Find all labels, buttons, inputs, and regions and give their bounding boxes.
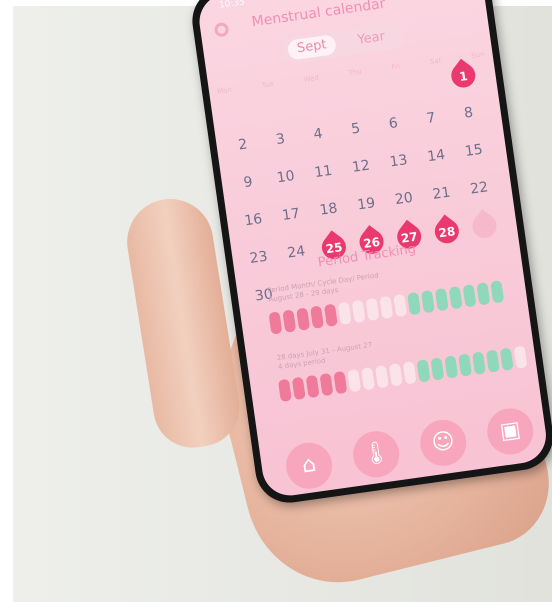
calendar-day[interactable]: 19 bbox=[351, 190, 382, 218]
calendar-day[interactable]: 12 bbox=[345, 153, 376, 181]
cycle-bar bbox=[402, 361, 417, 385]
fertile-bar bbox=[462, 284, 477, 308]
weekday-label: Sun bbox=[470, 50, 486, 61]
calendar-day[interactable]: 18 bbox=[313, 196, 344, 224]
fertile-bar bbox=[434, 288, 449, 312]
cycle-bar bbox=[337, 301, 352, 325]
period-bar bbox=[277, 378, 292, 403]
period-bar bbox=[296, 307, 311, 331]
home-button[interactable]: ⌂ bbox=[283, 439, 336, 492]
calendar-day[interactable]: 22 bbox=[464, 175, 495, 203]
calendar-day[interactable]: 24 bbox=[281, 239, 312, 267]
period-bar bbox=[282, 309, 297, 333]
predicted-period-marker[interactable] bbox=[467, 209, 502, 243]
cycle-bar bbox=[393, 293, 408, 318]
calendar-day[interactable]: 4 bbox=[303, 120, 334, 148]
calendar-day[interactable]: 2 bbox=[227, 131, 258, 159]
cycle-bar bbox=[351, 299, 366, 324]
calendar-day[interactable]: 1 bbox=[450, 63, 477, 90]
weekday-label: Wed bbox=[303, 73, 320, 84]
fertile-bar bbox=[472, 351, 486, 375]
period-bar bbox=[333, 370, 348, 395]
face-icon: ☺ bbox=[430, 428, 457, 457]
calendar-day[interactable]: 10 bbox=[270, 163, 301, 191]
period-bar bbox=[323, 303, 338, 327]
calendar-day[interactable]: 13 bbox=[383, 148, 414, 176]
toggle-year[interactable]: Year bbox=[342, 25, 400, 53]
cycle-bar bbox=[379, 295, 394, 320]
weekday-label: Mon bbox=[216, 85, 233, 96]
cycle-bar bbox=[374, 365, 389, 389]
temperature-button[interactable]: 🌡 bbox=[350, 428, 403, 481]
fertile-bar bbox=[476, 282, 491, 306]
calendar-day[interactable]: 11 bbox=[308, 158, 339, 186]
weekday-header: Mon Tue Wed Thu Fri Sat Sun bbox=[217, 50, 485, 95]
fertile-bar bbox=[485, 349, 500, 373]
calendar-day[interactable]: 7 bbox=[415, 105, 446, 133]
home-icon: ⌂ bbox=[300, 451, 318, 479]
period-bar bbox=[310, 305, 324, 329]
weekday-label: Tue bbox=[261, 80, 275, 90]
period-bar bbox=[291, 376, 306, 401]
calendar-day[interactable]: 28 bbox=[433, 219, 460, 246]
calendar-day[interactable]: 15 bbox=[458, 137, 489, 165]
status-time: 10:35 bbox=[218, 0, 246, 11]
calendar-day[interactable]: 21 bbox=[426, 180, 457, 208]
weekday-label: Thu bbox=[348, 67, 363, 78]
fertile-bar bbox=[490, 280, 505, 304]
calendar-day[interactable]: 17 bbox=[275, 201, 306, 229]
mood-button[interactable]: ☺ bbox=[417, 416, 470, 469]
fertile-bar bbox=[458, 353, 473, 377]
calendar-day[interactable]: 6 bbox=[378, 110, 409, 138]
cycle-bar bbox=[347, 368, 362, 393]
cycle-bar bbox=[513, 345, 528, 369]
calendar-day[interactable]: 5 bbox=[340, 115, 371, 143]
fertile-bar bbox=[407, 291, 422, 316]
period-bar bbox=[268, 311, 283, 335]
toggle-month[interactable]: Sept bbox=[286, 34, 338, 61]
calendar-day[interactable]: 16 bbox=[238, 206, 269, 234]
weekday-label: Fri bbox=[391, 62, 401, 72]
weekday-label: Sat bbox=[429, 56, 442, 66]
calendar-day[interactable]: 9 bbox=[233, 169, 264, 197]
fertile-bar bbox=[444, 355, 459, 379]
cycle-bar bbox=[388, 363, 403, 387]
cycle-bar bbox=[365, 297, 380, 322]
period-bar bbox=[305, 374, 320, 399]
period-bar bbox=[319, 372, 334, 397]
fertile-bar bbox=[430, 357, 445, 381]
cycle-bar bbox=[361, 367, 376, 391]
fertile-bar bbox=[416, 359, 431, 383]
calendar-day[interactable]: 3 bbox=[265, 126, 296, 154]
fertile-bar bbox=[448, 286, 463, 310]
calendar-day[interactable]: 8 bbox=[453, 99, 484, 127]
calendar-day[interactable]: 23 bbox=[243, 244, 274, 272]
fertile-bar bbox=[499, 347, 514, 371]
month-year-toggle[interactable]: Sept Year bbox=[282, 21, 405, 65]
thermometer-icon: 🌡 bbox=[360, 439, 392, 469]
calendar-day[interactable]: 14 bbox=[421, 142, 452, 170]
calendar-add-icon: ▣ bbox=[498, 417, 523, 445]
add-entry-button[interactable]: ▣ bbox=[484, 405, 537, 458]
gear-icon[interactable] bbox=[213, 21, 230, 38]
phone-screen: 10:35 Menstrual calendar Sept Year Mon T… bbox=[195, 0, 550, 500]
fertile-bar bbox=[420, 289, 435, 314]
calendar-day[interactable]: 20 bbox=[388, 185, 419, 213]
